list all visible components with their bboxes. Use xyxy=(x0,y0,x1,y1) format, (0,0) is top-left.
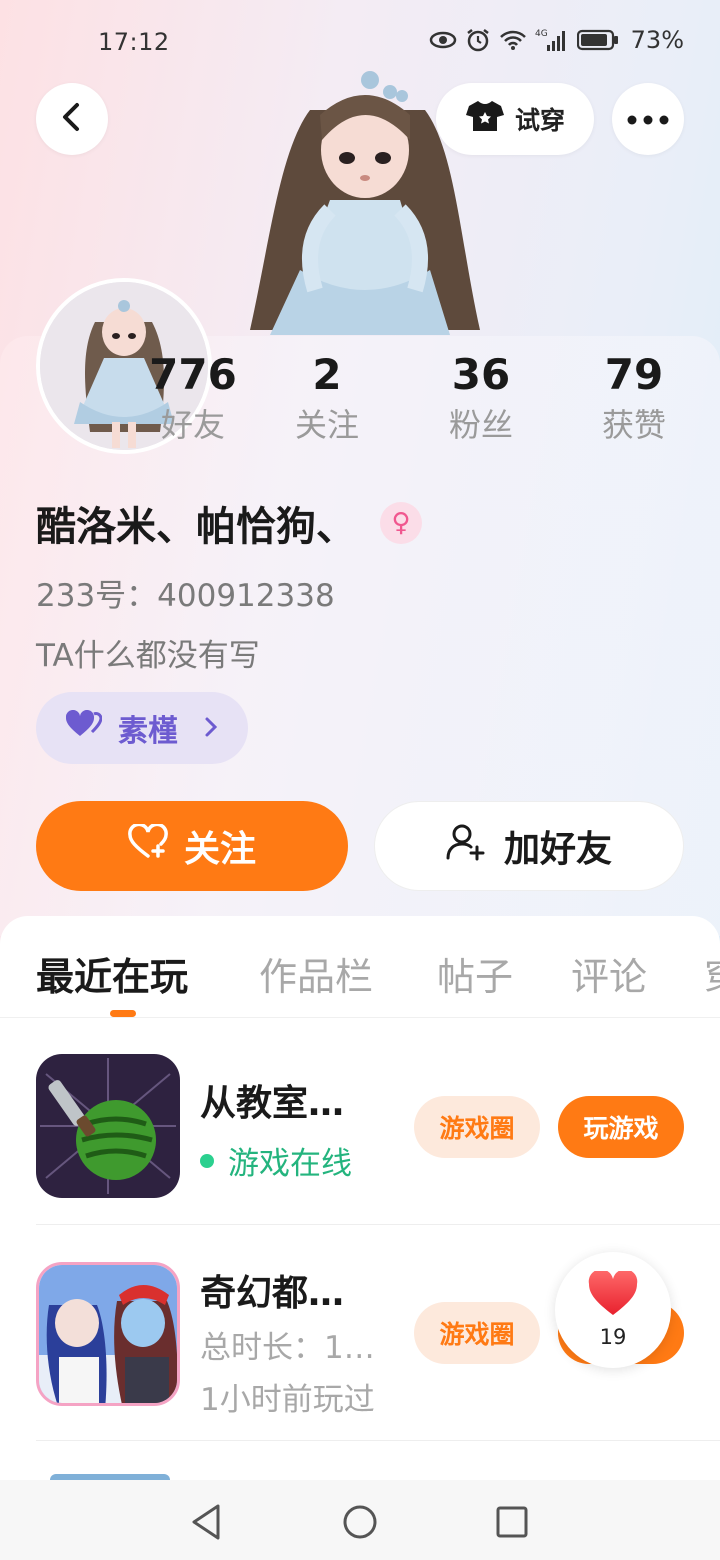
stat-label: 好友 xyxy=(160,406,225,444)
try-on-button[interactable]: 试穿 xyxy=(436,83,594,155)
try-on-label: 试穿 xyxy=(514,106,565,135)
game-circle-button[interactable]: 游戏圈 xyxy=(414,1096,540,1158)
stat-following[interactable]: 2 关注 xyxy=(262,350,392,448)
more-options-button[interactable] xyxy=(612,83,684,155)
nav-recents-icon[interactable] xyxy=(490,1500,534,1544)
profile-page: 17:12 4G 73% 试穿 776 好友 2 关注 36 粉丝 79 获赞 … xyxy=(0,0,720,1560)
play-game-button[interactable]: 玩游戏 xyxy=(558,1096,684,1158)
stat-value: 79 xyxy=(604,350,664,399)
svg-text:4G: 4G xyxy=(535,29,548,39)
wifi-icon xyxy=(499,29,527,51)
stat-value: 776 xyxy=(149,350,237,399)
chevron-left-icon xyxy=(59,101,85,137)
add-user-icon xyxy=(446,823,486,870)
game-circle-button[interactable]: 游戏圈 xyxy=(414,1302,540,1364)
battery-icon xyxy=(576,29,619,51)
stat-fans[interactable]: 36 粉丝 xyxy=(416,350,546,448)
heart-pair-icon xyxy=(65,709,103,746)
female-gender-icon: ♀ xyxy=(380,502,422,544)
nav-back-icon[interactable] xyxy=(184,1500,228,1544)
follow-button[interactable]: 关注 xyxy=(36,801,348,891)
stat-label: 粉丝 xyxy=(448,406,513,444)
divider xyxy=(36,1224,720,1225)
profile-stats: 776 好友 2 关注 36 粉丝 79 获赞 xyxy=(0,350,720,460)
fantasy-city-game-icon[interactable] xyxy=(36,1262,180,1406)
stat-value: 36 xyxy=(451,350,511,399)
status-icons: 4G 73% xyxy=(429,26,684,54)
tab-bar: 最近在玩 作品栏 帖子 评论 穿 xyxy=(0,916,720,1018)
tab-recently-played[interactable]: 最近在玩 xyxy=(36,946,188,1001)
like-floating-button[interactable]: 19 xyxy=(555,1252,671,1368)
content-panel: 最近在玩 作品栏 帖子 评论 穿 xyxy=(0,916,720,1560)
battery-percent: 73% xyxy=(630,26,684,54)
like-count: 19 xyxy=(599,1325,627,1349)
online-status-label: 游戏在线 xyxy=(228,1146,352,1182)
shirt-icon xyxy=(465,99,505,139)
heart-icon xyxy=(588,1269,638,1321)
game-list-item[interactable]: 从教室… 游戏在线 游戏圈 玩游戏 xyxy=(36,1054,720,1198)
alarm-icon xyxy=(465,27,491,53)
tab-works[interactable]: 作品栏 xyxy=(259,946,373,1001)
user-id[interactable]: 233号：400912338 xyxy=(36,570,335,615)
game-total-duration: 总时长：1… xyxy=(200,1330,375,1366)
eye-icon xyxy=(429,30,457,50)
game-title: 从教室… xyxy=(200,1083,345,1124)
tab-outfits[interactable]: 穿 xyxy=(704,946,720,1001)
nav-home-icon[interactable] xyxy=(338,1500,382,1544)
heart-plus-icon xyxy=(128,822,168,869)
tab-posts[interactable]: 帖子 xyxy=(437,946,513,1001)
signal-icon: 4G xyxy=(535,27,569,53)
status-time: 17:12 xyxy=(98,28,170,56)
nickname-row: 酷洛米、帕恰狗、 ♀ xyxy=(36,494,422,552)
active-tab-indicator xyxy=(110,1010,136,1017)
online-dot-icon xyxy=(200,1153,214,1168)
game-title: 奇幻都… xyxy=(200,1273,345,1314)
chevron-right-icon xyxy=(204,712,218,745)
divider xyxy=(36,1440,720,1441)
game-online-status: 游戏在线 xyxy=(200,1138,352,1183)
back-button[interactable] xyxy=(36,83,108,155)
stat-label: 关注 xyxy=(294,406,359,444)
watermelon-game-icon[interactable] xyxy=(36,1054,180,1198)
follow-label: 关注 xyxy=(183,829,256,870)
tab-comments[interactable]: 评论 xyxy=(571,946,647,1001)
nickname: 酷洛米、帕恰狗、 xyxy=(36,504,356,550)
stat-label: 获赞 xyxy=(601,406,666,444)
stat-friends[interactable]: 776 好友 xyxy=(128,350,258,448)
relationship-tag-chip[interactable]: 素槿 xyxy=(36,692,248,764)
game-last-played: 1小时前玩过 xyxy=(200,1382,375,1418)
bio: TA什么都没有写 xyxy=(36,638,260,674)
system-nav-bar xyxy=(0,1480,720,1560)
stat-value: 2 xyxy=(312,350,342,399)
add-friend-label: 加好友 xyxy=(503,829,612,870)
stat-likes[interactable]: 79 获赞 xyxy=(569,350,699,448)
tag-label: 素槿 xyxy=(118,714,178,749)
more-dots-icon xyxy=(627,110,669,129)
add-friend-button[interactable]: 加好友 xyxy=(374,801,684,891)
